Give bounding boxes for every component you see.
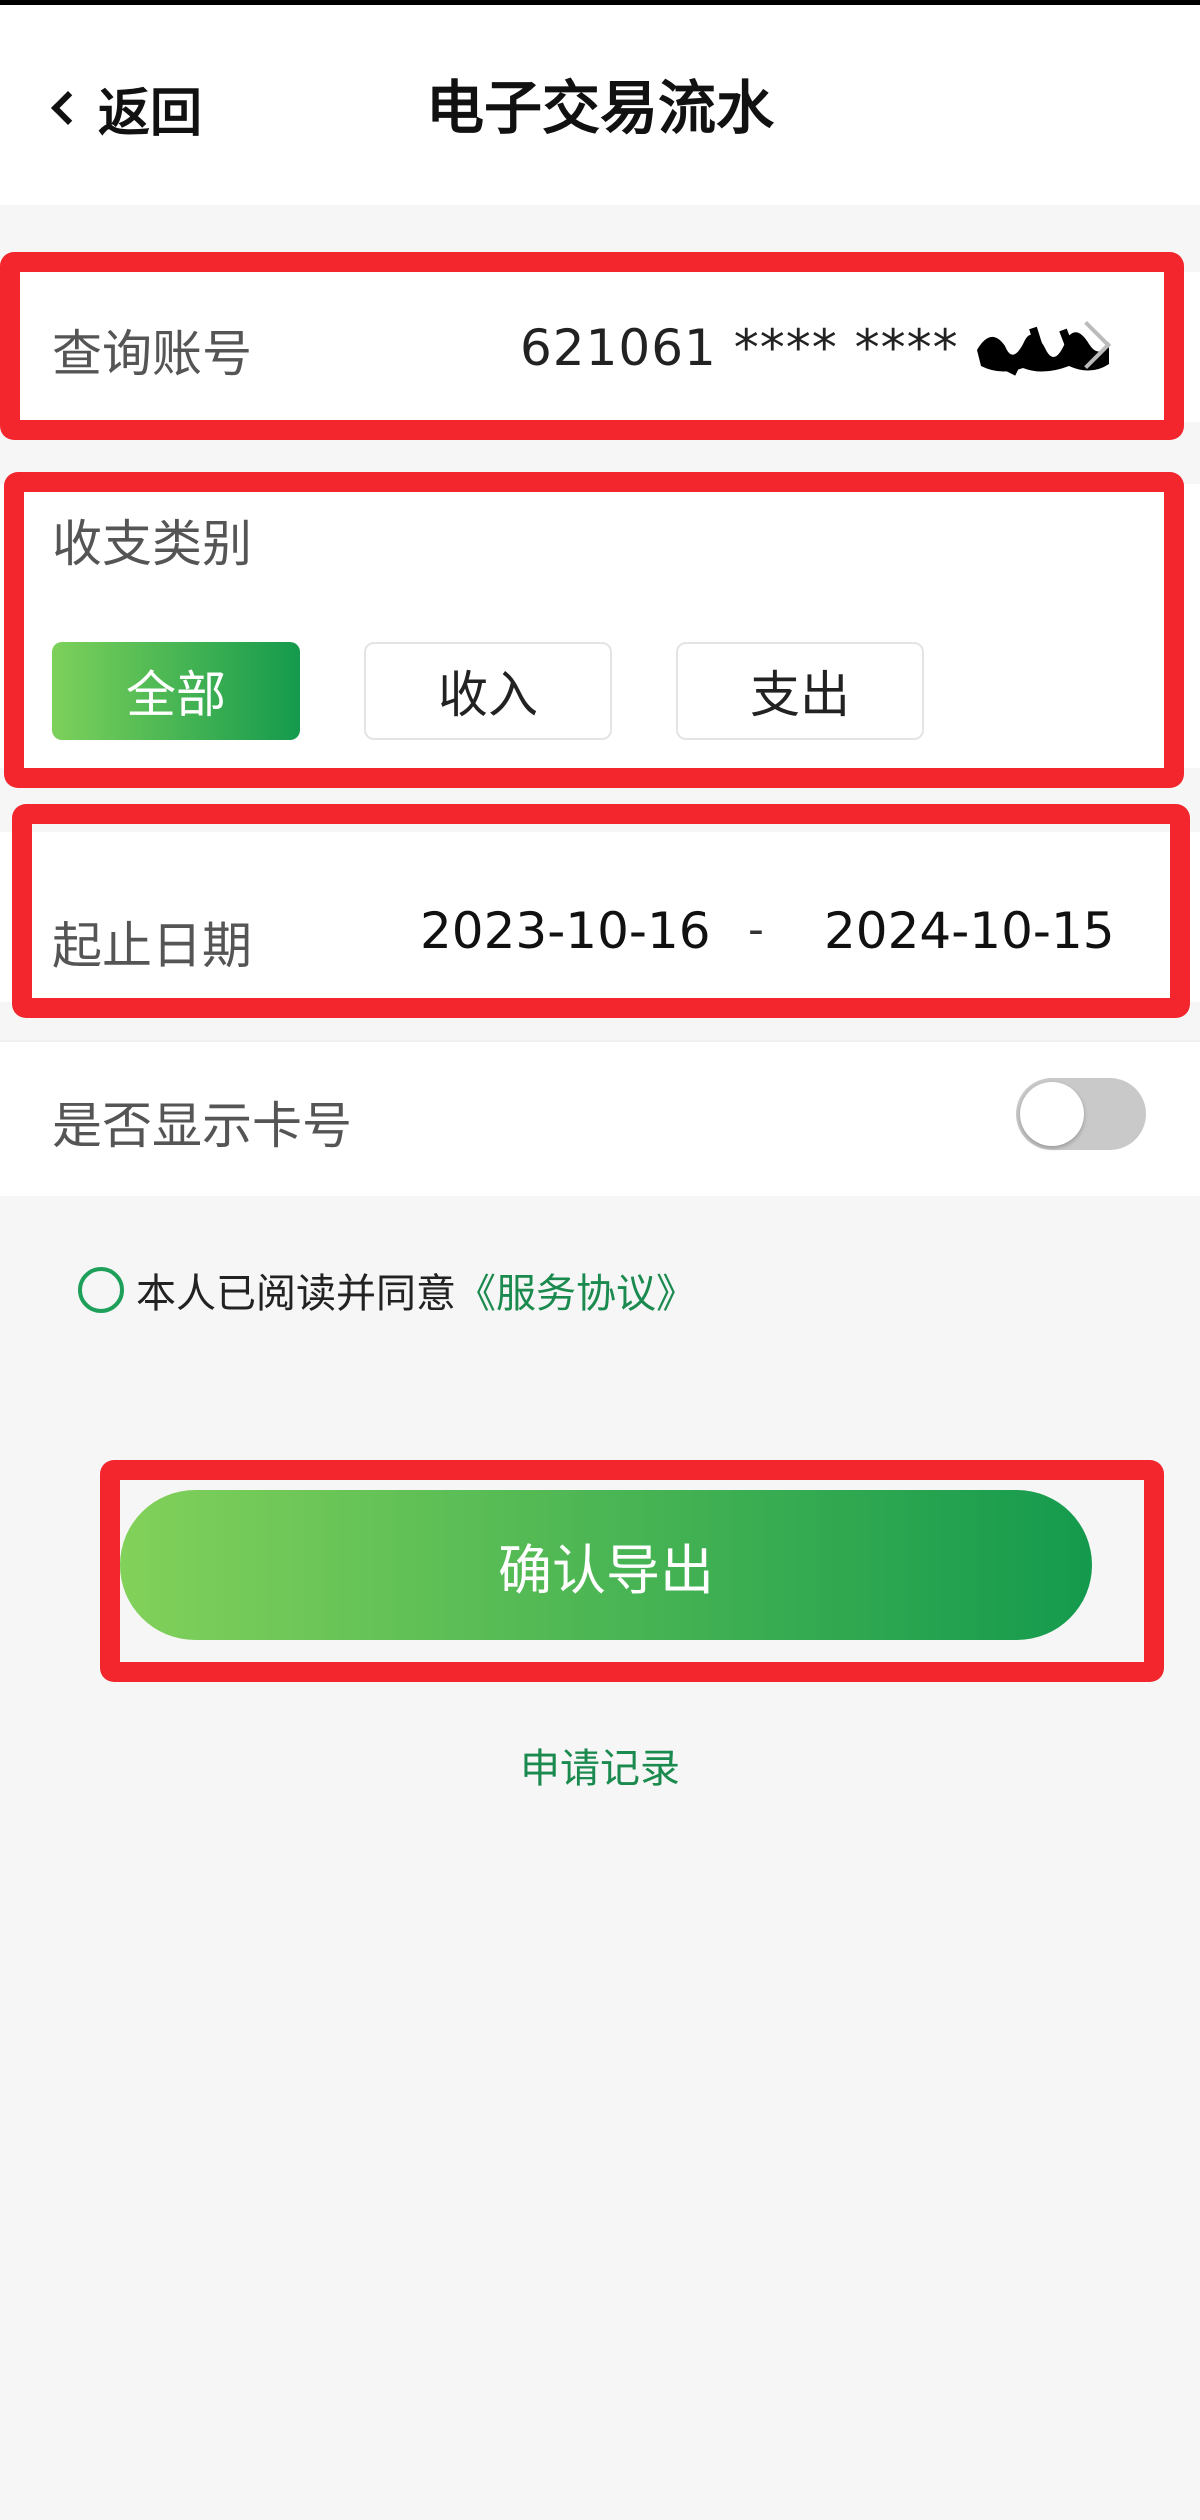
account-label: 查询账号: [52, 325, 252, 383]
radio-circle-icon[interactable]: [78, 1267, 124, 1313]
confirm-export-button[interactable]: 确认导出: [120, 1490, 1092, 1640]
toggle-knob: [1020, 1082, 1084, 1146]
show-card-label: 是否显示卡号: [52, 1097, 352, 1155]
date-separator: -: [748, 904, 764, 955]
agreement-row: 本人已阅读并同意 《服务协议》: [78, 1262, 696, 1318]
application-records-link[interactable]: 申请记录: [0, 1736, 1200, 1794]
start-date[interactable]: 2023-10-16: [420, 902, 711, 960]
type-option-income[interactable]: 收入: [364, 642, 612, 740]
type-label: 收支类别: [52, 515, 252, 573]
end-date[interactable]: 2024-10-15: [824, 902, 1115, 960]
account-number[interactable]: 621061 **** ****: [520, 300, 1113, 396]
account-number-text: 621061 **** ****: [520, 319, 959, 377]
page-title: 电子交易流水: [425, 74, 774, 142]
date-label: 起止日期: [52, 917, 252, 975]
agreement-text: 本人已阅读并同意: [136, 1271, 456, 1317]
type-option-all[interactable]: 全部: [52, 642, 300, 740]
nav-header: 返回 电子交易流水: [0, 5, 1200, 205]
type-option-expense[interactable]: 支出: [676, 642, 924, 740]
service-agreement-link[interactable]: 《服务协议》: [456, 1261, 696, 1319]
show-card-toggle[interactable]: [1016, 1078, 1146, 1150]
